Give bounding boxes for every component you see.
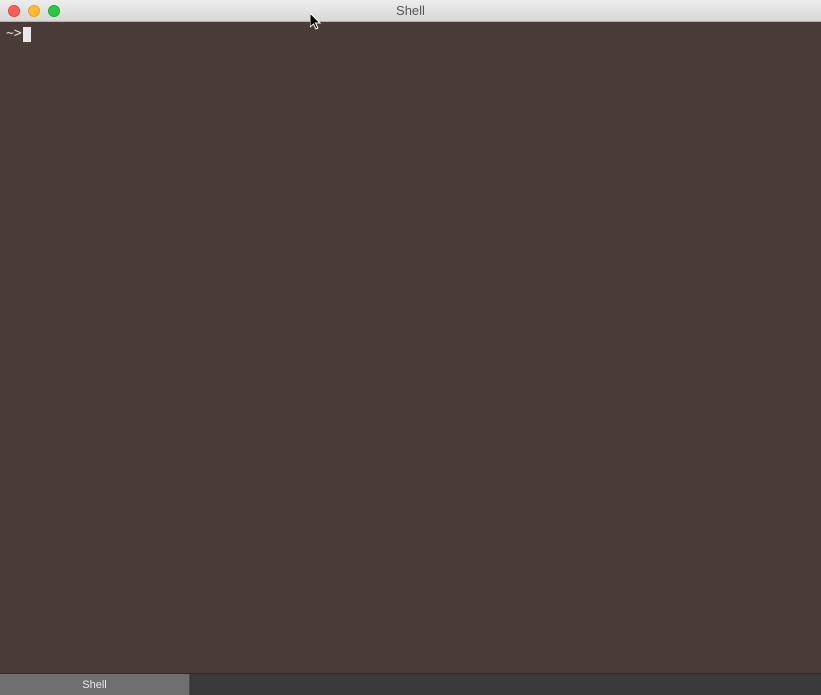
shell-prompt: ~> (6, 26, 22, 42)
tab-bar: Shell (0, 673, 821, 695)
titlebar[interactable]: Shell (0, 0, 821, 22)
prompt-line: ~> (6, 26, 815, 42)
window-controls (0, 5, 60, 17)
tab-label: Shell (82, 679, 106, 691)
text-cursor (23, 27, 31, 42)
maximize-icon[interactable] (48, 5, 60, 17)
window-title: Shell (0, 3, 821, 18)
close-icon[interactable] (8, 5, 20, 17)
tab-shell[interactable]: Shell (0, 674, 190, 695)
minimize-icon[interactable] (28, 5, 40, 17)
terminal-window: Shell ~> Shell (0, 0, 821, 695)
terminal-view[interactable]: ~> (0, 22, 821, 673)
